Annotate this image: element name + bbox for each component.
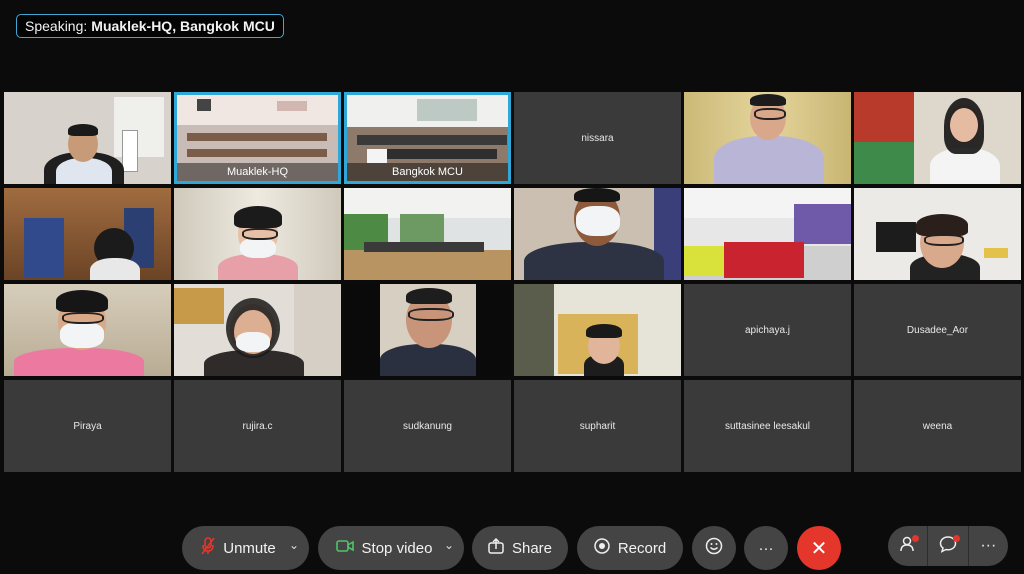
more-icon: ··· (980, 537, 997, 554)
video-camera-icon (335, 539, 354, 557)
participant-tile-suttasinee[interactable]: suttasinee leesakul (684, 380, 851, 472)
participant-tile[interactable] (854, 92, 1021, 184)
muted-mic-icon (201, 537, 215, 559)
stop-video-label: Stop video (361, 539, 433, 557)
record-label: Record (617, 539, 667, 557)
notification-dot (952, 535, 960, 542)
video-grid: Muaklek-HQ Bangkok MCU nissara apichaya.… (4, 92, 1021, 472)
participant-tile-apichaya[interactable]: apichaya.j (684, 284, 851, 376)
video-feed (4, 284, 171, 376)
participant-tile[interactable] (4, 188, 171, 280)
video-feed (854, 188, 1021, 280)
participant-tile[interactable] (344, 284, 511, 376)
participant-tile-rujira[interactable]: rujira.c (174, 380, 341, 472)
stop-video-button[interactable]: Stop video ⌄ (318, 526, 464, 570)
video-feed (344, 284, 511, 376)
participant-name: nissara (581, 132, 614, 144)
participant-tile[interactable] (684, 188, 851, 280)
chevron-down-icon[interactable]: ⌄ (444, 538, 454, 552)
more-icon: ··· (758, 539, 774, 557)
video-feed (514, 188, 681, 280)
participant-name: Dusadee_Aor (906, 324, 969, 336)
participant-name: Muaklek-HQ (177, 163, 338, 181)
participant-name: rujira.c (242, 420, 273, 432)
speaking-names: Muaklek-HQ, Bangkok MCU (91, 18, 275, 34)
participant-name: weena (922, 420, 953, 432)
participant-tile-dusadee[interactable]: Dusadee_Aor (854, 284, 1021, 376)
participant-tile-weena[interactable]: weena (854, 380, 1021, 472)
share-label: Share (511, 539, 553, 557)
video-feed (514, 284, 681, 376)
video-feed (344, 188, 511, 280)
share-icon (488, 537, 504, 558)
share-button[interactable]: Share (472, 526, 568, 570)
speaking-indicator: Speaking: Muaklek-HQ, Bangkok MCU (16, 14, 284, 38)
record-icon (594, 538, 610, 558)
reactions-button[interactable] (692, 526, 736, 570)
participant-tile-sudkanung[interactable]: sudkanung (344, 380, 511, 472)
menu-button[interactable]: ··· (967, 526, 1008, 566)
participant-tile-muaklek-hq[interactable]: Muaklek-HQ (174, 92, 341, 184)
right-controls: ··· (888, 526, 1008, 566)
participant-tile[interactable] (174, 284, 341, 376)
participant-tile-nissara[interactable]: nissara (514, 92, 681, 184)
participant-tile-bangkok-mcu[interactable]: Bangkok MCU (344, 92, 511, 184)
chat-button[interactable] (927, 526, 967, 566)
more-options-button[interactable]: ··· (744, 526, 788, 570)
end-call-button[interactable]: ✕ (797, 526, 841, 570)
video-feed (4, 92, 171, 184)
chevron-down-icon[interactable]: ⌄ (289, 538, 299, 552)
video-feed (684, 92, 851, 184)
participant-name: supharit (579, 420, 616, 432)
participants-button[interactable] (888, 526, 927, 566)
participant-tile[interactable] (854, 188, 1021, 280)
participant-name: suttasinee leesakul (724, 420, 811, 432)
participant-tile[interactable] (514, 188, 681, 280)
participant-tile-piraya[interactable]: Piraya (4, 380, 171, 472)
video-feed (854, 92, 1021, 184)
participant-name: sudkanung (403, 420, 452, 432)
notification-dot (912, 535, 920, 542)
participant-tile[interactable] (4, 284, 171, 376)
participant-tile[interactable] (344, 188, 511, 280)
participant-name: Bangkok MCU (347, 163, 508, 181)
video-feed (174, 284, 341, 376)
participant-tile[interactable] (4, 92, 171, 184)
meeting-toolbar: Unmute ⌄ Stop video ⌄ Share Record ··· ✕… (0, 526, 1024, 570)
video-feed (174, 188, 341, 280)
unmute-button[interactable]: Unmute ⌄ (182, 526, 309, 570)
participant-tile-supharit[interactable]: supharit (514, 380, 681, 472)
participant-name: Piraya (73, 420, 102, 432)
participant-tile[interactable] (684, 92, 851, 184)
unmute-label: Unmute (223, 539, 276, 557)
record-button[interactable]: Record (577, 526, 683, 570)
close-icon: ✕ (810, 537, 828, 560)
speaking-prefix: Speaking: (25, 18, 88, 34)
video-feed (684, 188, 851, 280)
video-feed (4, 188, 171, 280)
smiley-icon (705, 537, 723, 559)
participant-tile[interactable] (514, 284, 681, 376)
participant-tile[interactable] (174, 188, 341, 280)
participant-name: apichaya.j (744, 324, 791, 336)
